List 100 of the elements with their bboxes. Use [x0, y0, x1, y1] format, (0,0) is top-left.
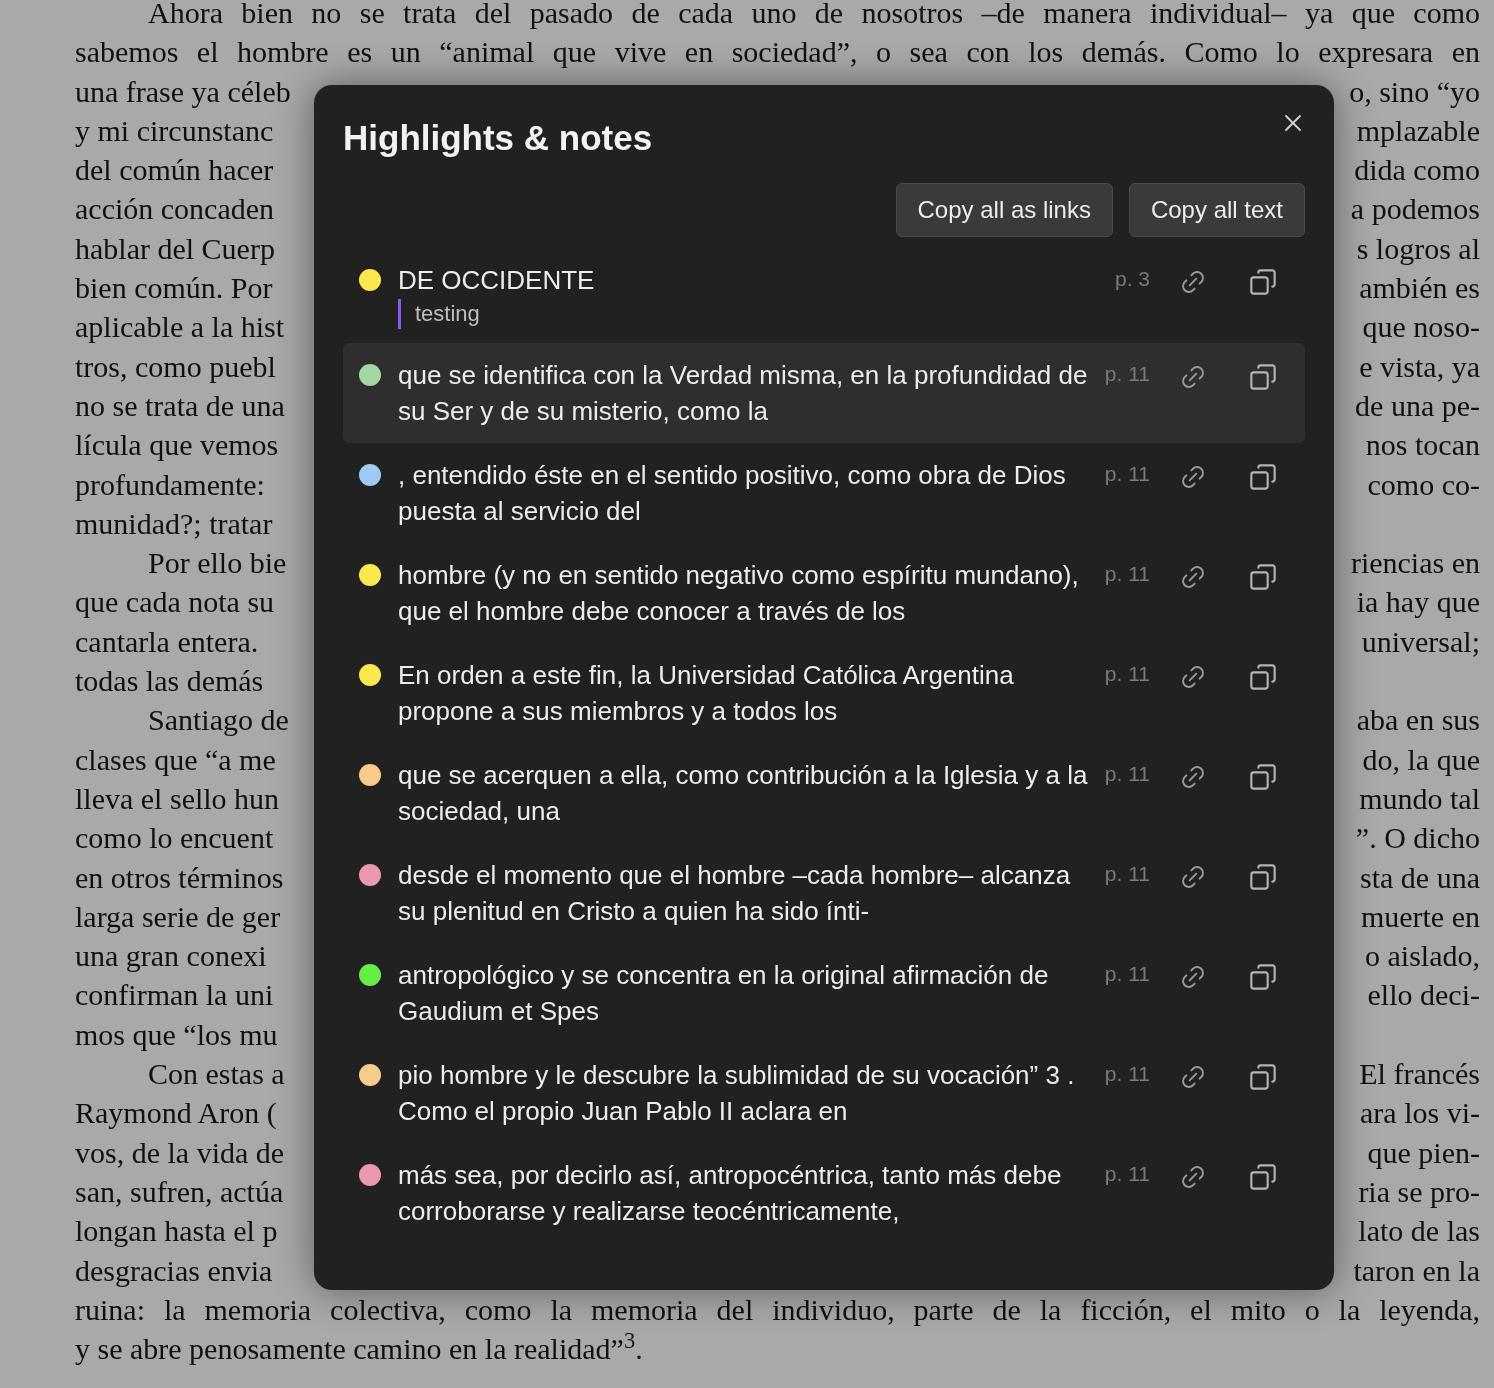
page-number: p. 11 — [1103, 561, 1150, 587]
highlight-text: pio hombre y le descubre la sublimidad de su vocación” 3 . Como el propio Juan Pablo II aclara en — [398, 1059, 1076, 1128]
body-text: a podemos — [1350, 191, 1480, 226]
body-text: aba en sus — [1356, 702, 1480, 737]
body-text: Con estas a — [147, 1056, 285, 1091]
body-text: lato de las — [1358, 1213, 1480, 1248]
body-text: y se abre penosamente camino en la realidad”$^{3}$. — [75, 1326, 643, 1368]
highlight-item[interactable]: más sea, por decirlo así, antropocéntrica, tanto más debe corroborarse y realizarse teocéntricamente, p. 11 — [343, 1143, 1305, 1243]
body-text: que pien- — [1367, 1134, 1480, 1169]
body-text: Santiago de — [147, 702, 289, 737]
body-text: que noso- — [1362, 309, 1480, 344]
copy-icon — [1249, 1063, 1277, 1091]
body-text: taron en la — [1353, 1252, 1480, 1287]
highlight-item[interactable]: , entendido éste en el sentido positivo, como obra de Dios puesta al servicio del p. 11 — [343, 443, 1305, 543]
highlight-item[interactable]: que se identifica con la Verdad misma, en la profundidad de su Ser y de su misterio, como la p. 11 — [343, 343, 1305, 443]
body-text: Por ello bie — [147, 545, 287, 580]
body-text: aplicable a la hist — [75, 309, 285, 344]
page-number: p. 11 — [1103, 361, 1150, 387]
body-text: sabemos el hombre es un “animal que vive en sociedad”, o sea con los demás. Como lo expresara en — [75, 34, 1480, 71]
body-text: y mi circunstanc — [75, 112, 274, 148]
highlight-item[interactable]: En orden a este fin, la Universidad Católica Argentina propone a sus miembros y a todos los p. 11 — [343, 643, 1305, 743]
highlight-item[interactable]: DE OCCIDENTE testing p. 3 — [343, 248, 1305, 343]
body-text: en otros términos — [75, 859, 284, 894]
page-number: p. 3 — [1113, 266, 1150, 292]
page-number: p. 11 — [1103, 461, 1150, 487]
body-text: longan hasta el p — [75, 1213, 278, 1248]
body-text: ”. O dicho — [1355, 820, 1480, 855]
page-number: p. 11 — [1103, 861, 1150, 887]
page-number: p. 11 — [1103, 661, 1150, 687]
highlight-text: , entendido éste en el sentido positivo, como obra de Dios puesta al servicio del — [398, 459, 1067, 528]
body-text: do, la que — [1362, 741, 1480, 776]
copy-icon — [1249, 1163, 1277, 1191]
body-text: cantarla entera. — [75, 623, 259, 659]
body-text: hablar del Cuerp — [75, 230, 275, 266]
body-text: ara los vi- — [1360, 1095, 1480, 1130]
highlight-item[interactable]: antropológico y se concentra en la original afirmación de Gaudium et Spes p. 11 — [343, 943, 1305, 1043]
body-text: nos tocan — [1365, 427, 1480, 462]
body-text: acción concaden — [75, 191, 275, 226]
body-text: no se trata de una — [75, 387, 285, 423]
body-text: una gran conexi — [75, 938, 267, 973]
highlight-text: que se acerquen a ella, como contribución a la Iglesia y a la sociedad, una — [398, 759, 1089, 828]
body-text: muerte en — [1360, 898, 1480, 934]
page-number: p. 11 — [1103, 761, 1150, 787]
copy-icon — [1249, 663, 1277, 691]
body-text: confirman la uni — [75, 977, 274, 1012]
highlight-text: más sea, por decirlo así, antropocéntrica, tanto más debe corroborarse y realizarse teocéntricamente, — [398, 1159, 1063, 1228]
page-number: p. 11 — [1103, 1161, 1150, 1187]
body-text: e vista, ya — [1359, 348, 1480, 383]
body-text: dida como — [1354, 152, 1480, 187]
body-text: como co- — [1367, 466, 1480, 501]
body-text: vos, de la vida de — [75, 1134, 285, 1169]
note-text: testing — [398, 299, 1090, 329]
body-text: que cada nota su — [75, 584, 275, 619]
body-text: El francés — [1359, 1056, 1480, 1091]
body-text: como lo encuent — [75, 820, 274, 855]
body-text: ambién es — [1359, 270, 1480, 305]
highlight-text: desde el momento que el hombre –cada hombre– alcanza su plenitud en Cristo a quien ha sido ínti- — [398, 859, 1072, 928]
body-text: lícula que vemos — [75, 427, 279, 462]
highlight-item[interactable]: pio hombre y le descubre la sublimidad de su vocación” 3 . Como el propio Juan Pablo II aclara en p. 11 — [343, 1043, 1305, 1143]
copy-icon — [1249, 268, 1277, 296]
body-text: bien común. Por — [75, 270, 273, 305]
highlight-text: En orden a este fin, la Universidad Católica Argentina propone a sus miembros y a todos los — [398, 659, 1015, 728]
body-text: mplazable — [1356, 112, 1480, 148]
copy-icon — [1249, 463, 1277, 491]
body-text: profundamente: — [75, 466, 265, 501]
highlight-text: antropológico y se concentra en la original afirmación de Gaudium et Spes — [398, 959, 1050, 1028]
body-text: munidad?; tratar — [75, 505, 273, 541]
body-text: todas las demás — [75, 663, 264, 698]
copy-all-button[interactable]: Copy all as links — [895, 183, 1113, 237]
body-text: ria se pro- — [1358, 1173, 1480, 1209]
copy-icon — [1249, 963, 1277, 991]
body-text: san, sufren, actúa — [75, 1173, 284, 1209]
highlight-item[interactable]: desde el momento que el hombre –cada hombre– alcanza su plenitud en Cristo a quien ha sido ínti- p. 11 — [343, 843, 1305, 943]
highlight-item[interactable]: que se acerquen a ella, como contribución a la Iglesia y a la sociedad, una p. 11 — [343, 743, 1305, 843]
body-text: ello deci- — [1367, 977, 1480, 1012]
body-text: una frase ya céleb — [75, 73, 291, 108]
highlight-item[interactable]: hombre (y no en sentido negativo como espíritu mundano), que el hombre debe conocer a través de los p. 11 — [343, 543, 1305, 643]
copy-icon — [1249, 563, 1277, 591]
copy-icon — [1249, 763, 1277, 791]
body-text: lleva el sello hun — [75, 780, 280, 816]
body-text: Ahora bien no se trata del pasado de cada uno de nosotros –de manera individual– ya que como — [147, 0, 1480, 31]
body-text: clases que “a me — [75, 741, 276, 776]
body-text: ruina: la memoria colectiva, como la memoria del individuo, parte de la ficción, el mito o la leyenda, — [75, 1291, 1480, 1328]
body-text: del común hacer — [75, 152, 274, 187]
body-text: universal; — [1361, 623, 1480, 659]
body-text: desgracias envia — [75, 1252, 273, 1287]
copy-icon — [1249, 363, 1277, 391]
body-text: Raymond Aron ( — [75, 1095, 277, 1130]
body-text: o aislado, — [1365, 938, 1480, 973]
page-number: p. 11 — [1103, 961, 1150, 987]
body-text: sta de una — [1360, 859, 1480, 894]
highlight-text: hombre (y no en sentido negativo como espíritu mundano), que el hombre debe conocer a través de los — [398, 559, 1080, 628]
body-text: tros, como puebl — [75, 348, 276, 383]
dialog-title: Highlights & notes — [343, 117, 653, 159]
highlight-text: que se identifica con la Verdad misma, en la profundidad de su Ser y de su misterio, como la — [398, 359, 1089, 428]
copy-all-button[interactable]: Copy all text — [1128, 183, 1305, 237]
highlight-text: DE OCCIDENTE — [398, 264, 596, 297]
body-text: o, sino “yo — [1349, 73, 1480, 108]
body-text: riencias en — [1350, 545, 1480, 580]
body-text: larga serie de ger — [75, 898, 281, 934]
